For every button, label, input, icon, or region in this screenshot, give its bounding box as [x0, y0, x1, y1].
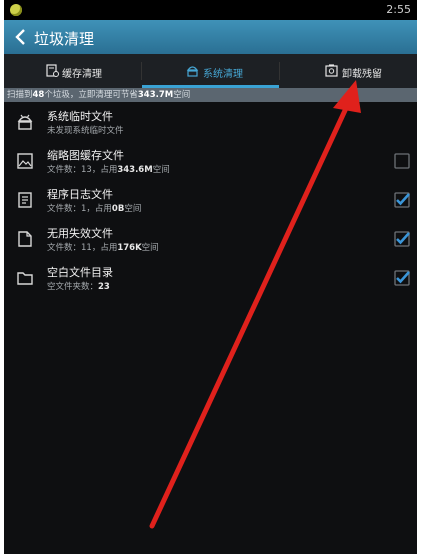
app-logo-icon [10, 4, 22, 16]
tab-uninstall-residue[interactable]: 卸载残留 [280, 54, 417, 88]
image-icon [17, 153, 33, 169]
list-item-subtitle: 文件数：13，占用343.6M空间 [47, 163, 170, 175]
folder-icon [17, 272, 33, 285]
list-item-title: 无用失效文件 [47, 227, 113, 240]
tab-system-clean-label: 系统清理 [203, 69, 243, 80]
list-item-title: 系统临时文件 [47, 110, 113, 123]
summary-count: 48 [32, 90, 45, 100]
list-item-thumbnail-cache[interactable]: 缩略图缓存文件 文件数：13，占用343.6M空间 [4, 142, 417, 181]
checked-checkbox[interactable] [394, 192, 410, 208]
cache-icon [46, 64, 59, 77]
status-bar: 2:55 [4, 0, 417, 20]
list-item-title: 程序日志文件 [47, 188, 113, 201]
app-screen: 2:55 垃圾清理 缓存清理 系统清理 卸载残留 扫描到48个垃圾，立即清理可节… [4, 0, 417, 554]
summary-size: 343.7M [137, 90, 174, 100]
list-item-program-log[interactable]: 程序日志文件 文件数：1，占用0B空间 [4, 181, 417, 220]
list-item-useless-files[interactable]: 无用失效文件 文件数：11，占用176K空间 [4, 220, 417, 259]
android-icon [17, 114, 33, 130]
page-title: 垃圾清理 [34, 30, 95, 48]
back-arrow-icon[interactable] [12, 27, 30, 47]
subtitle-suffix: 空间 [141, 243, 159, 253]
subtitle-prefix: 文件数：11，占用 [47, 243, 118, 253]
list-item-subtitle: 文件数：11，占用176K空间 [47, 241, 159, 253]
checked-checkbox[interactable] [394, 270, 410, 286]
subtitle-value: 343.6M [117, 165, 153, 175]
uninstall-icon [325, 64, 338, 77]
list-item-empty-folders[interactable]: 空白文件目录 空文件夹数：23 [4, 259, 417, 298]
subtitle-prefix: 文件数：13，占用 [47, 165, 118, 175]
android-icon [186, 66, 199, 77]
tab-bar: 缓存清理 系统清理 卸载残留 [4, 54, 417, 88]
tab-cache-clean-label: 缓存清理 [62, 69, 102, 80]
list-item-system-temp[interactable]: 系统临时文件 未发现系统临时文件 [4, 103, 417, 142]
tab-system-clean[interactable]: 系统清理 [142, 54, 279, 88]
subtitle-prefix: 文件数：1，占用 [47, 204, 112, 214]
log-file-icon [18, 192, 32, 208]
summary-prefix: 扫描到 [7, 90, 33, 100]
list-item-title: 缩略图缓存文件 [47, 149, 124, 162]
checked-checkbox[interactable] [394, 231, 410, 247]
scan-summary-bar: 扫描到48个垃圾，立即清理可节省343.7M空间 [4, 88, 417, 102]
list-item-title: 空白文件目录 [47, 266, 113, 279]
list-item-subtitle: 未发现系统临时文件 [47, 126, 124, 136]
subtitle-suffix: 空间 [124, 204, 142, 214]
unchecked-checkbox[interactable] [394, 153, 410, 169]
file-icon [18, 231, 32, 247]
list-item-subtitle: 空文件夹数：23 [47, 280, 110, 292]
tab-cache-clean[interactable]: 缓存清理 [4, 54, 141, 88]
status-time: 2:55 [386, 3, 411, 16]
subtitle-value: 176K [117, 243, 142, 253]
subtitle-prefix: 空文件夹数： [47, 282, 99, 292]
subtitle-value: 23 [98, 282, 110, 292]
summary-middle: 个垃圾，立即清理可节省 [44, 90, 138, 100]
subtitle-value: 0B [111, 204, 125, 214]
list-item-subtitle: 文件数：1，占用0B空间 [47, 202, 141, 214]
title-bar: 垃圾清理 [4, 20, 417, 54]
summary-suffix: 空间 [173, 90, 191, 100]
tab-uninstall-residue-label: 卸载残留 [342, 69, 382, 80]
subtitle-suffix: 空间 [152, 165, 170, 175]
